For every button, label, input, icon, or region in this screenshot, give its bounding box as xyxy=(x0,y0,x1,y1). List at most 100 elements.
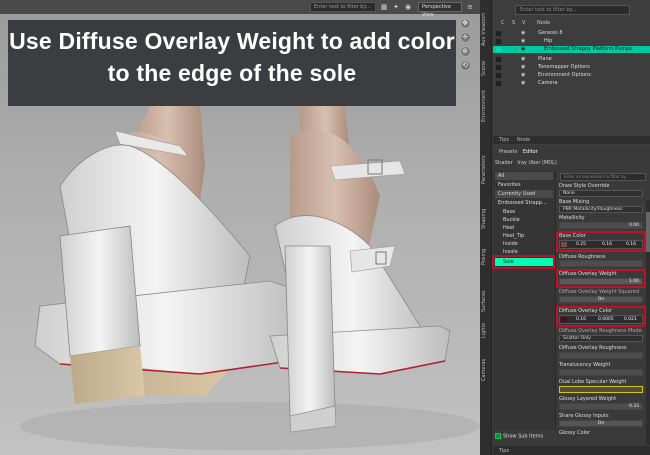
col-header-v: V xyxy=(522,20,526,26)
draw-style-label: Draw Style Override xyxy=(559,183,610,189)
checkbox-icon[interactable] xyxy=(495,433,501,439)
surface-item-buckle[interactable]: Buckle xyxy=(495,216,553,224)
tab-parameters[interactable]: Parameters xyxy=(481,150,491,190)
scene-tabs: Tips Node xyxy=(493,136,650,144)
scene-node-row[interactable]: ◉ Camera xyxy=(493,80,650,87)
show-sub-items-label: Show Sub Items xyxy=(503,433,544,440)
eye-icon[interactable]: ◉ xyxy=(521,46,525,53)
zoom-icon[interactable]: ⊕ xyxy=(459,46,471,57)
perspective-view-dropdown[interactable]: Perspective View xyxy=(418,2,462,18)
property-filter-input[interactable]: Enter an expression to filter by... xyxy=(560,173,646,181)
sole-highlight-box xyxy=(492,255,555,269)
tab-environment[interactable]: Environment xyxy=(481,88,491,124)
tab-posing[interactable]: Posing xyxy=(481,244,491,270)
glossy-color-label: Glossy Color xyxy=(559,430,591,436)
pan-icon[interactable]: ✛ xyxy=(459,32,471,43)
scene-node-row[interactable]: ◉ Tonemapper Options xyxy=(493,64,650,71)
eye-icon[interactable]: ◉ xyxy=(521,64,525,71)
eye-icon[interactable]: ◉ xyxy=(521,38,525,45)
scatter-mode-dropdown[interactable]: Scatter Only xyxy=(559,335,643,342)
frame-icon[interactable]: ⟲ xyxy=(459,60,471,71)
menu-icon[interactable]: ≡ xyxy=(466,3,474,11)
tab-scene[interactable]: Scene xyxy=(481,56,491,80)
node-swatch xyxy=(496,31,501,36)
scene-pane: Enter text to filter by... C S V Node ◉ … xyxy=(493,0,650,145)
scene-node-row[interactable]: ◉ Plane xyxy=(493,56,650,63)
node-swatch xyxy=(496,57,501,62)
draw-style-dropdown[interactable]: None xyxy=(559,190,643,197)
tab-surfaces[interactable]: Surfaces xyxy=(481,284,491,318)
node-name: Genesis 8 xyxy=(538,30,563,36)
viewport[interactable]: Enter text to filter by... ▦ ✦ ◉ Perspec… xyxy=(0,0,480,455)
glossy-layered-slider[interactable]: 0.33 xyxy=(559,403,643,410)
tab-aux-viewport[interactable]: Aux Viewport xyxy=(481,10,491,48)
overlay-roughness-mode-label: Diffuse Overlay Roughness Mode xyxy=(559,328,642,334)
lights-icon[interactable]: ✦ xyxy=(392,3,400,11)
diffuse-roughness-slider[interactable] xyxy=(559,260,643,267)
viewport-toolbar: Enter text to filter by... ▦ ✦ ◉ Perspec… xyxy=(0,0,480,18)
surface-item-favorites[interactable]: Favorites xyxy=(495,181,553,189)
shader-value: Iray Uber (MDL) xyxy=(517,160,557,166)
tab-tips-bottom[interactable]: Tips xyxy=(499,448,509,454)
properties-scrollbar[interactable] xyxy=(646,200,650,445)
node-name: Embossed Strappy Platform Pumps xyxy=(544,46,632,52)
shader-row: Shader Iray Uber (MDL) xyxy=(495,160,557,166)
shader-label: Shader xyxy=(495,160,513,166)
base-mixing-dropdown[interactable]: PBR Metallicity/Roughness xyxy=(559,206,643,213)
grid-icon[interactable]: ▦ xyxy=(380,3,388,11)
base-mixing-label: Base Mixing xyxy=(559,199,590,205)
node-swatch xyxy=(496,73,501,78)
tab-shaping[interactable]: Shaping xyxy=(481,204,491,234)
overlay-weight-highlight-box xyxy=(556,269,646,288)
surface-properties: Enter an expression to filter by... Draw… xyxy=(556,170,650,445)
bottom-tabs: Tips xyxy=(493,446,650,455)
tab-editor[interactable]: Editor xyxy=(523,149,538,155)
node-swatch xyxy=(496,39,501,44)
right-pane: Aux Viewport Scene Environment Parameter… xyxy=(480,0,650,455)
dual-lobe-slider[interactable] xyxy=(559,386,643,393)
eye-icon[interactable]: ◉ xyxy=(521,30,525,37)
scene-node-row[interactable]: ◉ Environment Options xyxy=(493,72,650,79)
scene-filter-input[interactable]: Enter text to filter by... xyxy=(515,5,630,15)
surface-item-heel-tip[interactable]: Heel_Tip xyxy=(495,232,553,240)
weight-squared-toggle[interactable]: On xyxy=(559,296,643,303)
surface-list: All Favorites Currently Used Embossed St… xyxy=(492,170,556,430)
tab-cameras[interactable]: Cameras xyxy=(481,354,491,386)
surface-item-inside[interactable]: Inside xyxy=(495,240,553,248)
node-swatch xyxy=(496,65,501,70)
overlay-roughness-slider[interactable] xyxy=(559,352,643,359)
metallicity-slider[interactable]: 0.00 xyxy=(559,222,643,229)
node-name: Environment Options xyxy=(538,72,591,78)
tab-tips[interactable]: Tips xyxy=(499,137,509,143)
share-glossy-label: Share Glossy Inputs xyxy=(559,413,609,419)
render-shoes xyxy=(20,106,480,450)
tab-lights[interactable]: Lights xyxy=(481,318,491,342)
node-name: Tonemapper Options xyxy=(538,64,590,70)
surface-item-heel[interactable]: Heel xyxy=(495,224,553,232)
eye-icon[interactable]: ◉ xyxy=(521,80,525,87)
surface-item-group[interactable]: Embossed Strapp... xyxy=(495,199,553,207)
col-header-c: C xyxy=(501,20,505,26)
surface-item-base[interactable]: Base xyxy=(495,208,553,216)
glossy-layered-label: Glossy Layered Weight xyxy=(559,396,617,402)
translucency-slider[interactable] xyxy=(559,369,643,376)
tab-presets[interactable]: Presets xyxy=(499,149,517,155)
side-tab-strip: Aux Viewport Scene Environment Parameter… xyxy=(480,0,492,455)
eye-icon[interactable]: ◉ xyxy=(521,56,525,63)
translucency-label: Translucency Weight xyxy=(559,362,611,368)
tab-node[interactable]: Node xyxy=(517,137,530,143)
node-swatch xyxy=(496,81,501,86)
scene-node-row[interactable]: ◉ Hip xyxy=(493,38,650,45)
camera-icon[interactable]: ◉ xyxy=(404,3,412,11)
share-glossy-toggle[interactable]: On xyxy=(559,420,643,427)
metallicity-label: Metallicity xyxy=(559,215,585,221)
eye-icon[interactable]: ◉ xyxy=(521,72,525,79)
surface-item-currently-used[interactable]: Currently Used xyxy=(495,190,553,198)
show-sub-items-checkbox[interactable]: Show Sub Items xyxy=(495,433,543,440)
banner-line-2: to the edge of the sole xyxy=(107,60,357,86)
scene-node-row[interactable]: ◉ Genesis 8 xyxy=(493,30,650,37)
viewport-filter-input[interactable]: Enter text to filter by... xyxy=(310,2,376,12)
orbit-icon[interactable]: ✥ xyxy=(459,18,471,29)
surface-item-all[interactable]: All xyxy=(495,172,553,180)
scene-node-row-selected[interactable]: ◉ Embossed Strappy Platform Pumps xyxy=(493,46,650,53)
